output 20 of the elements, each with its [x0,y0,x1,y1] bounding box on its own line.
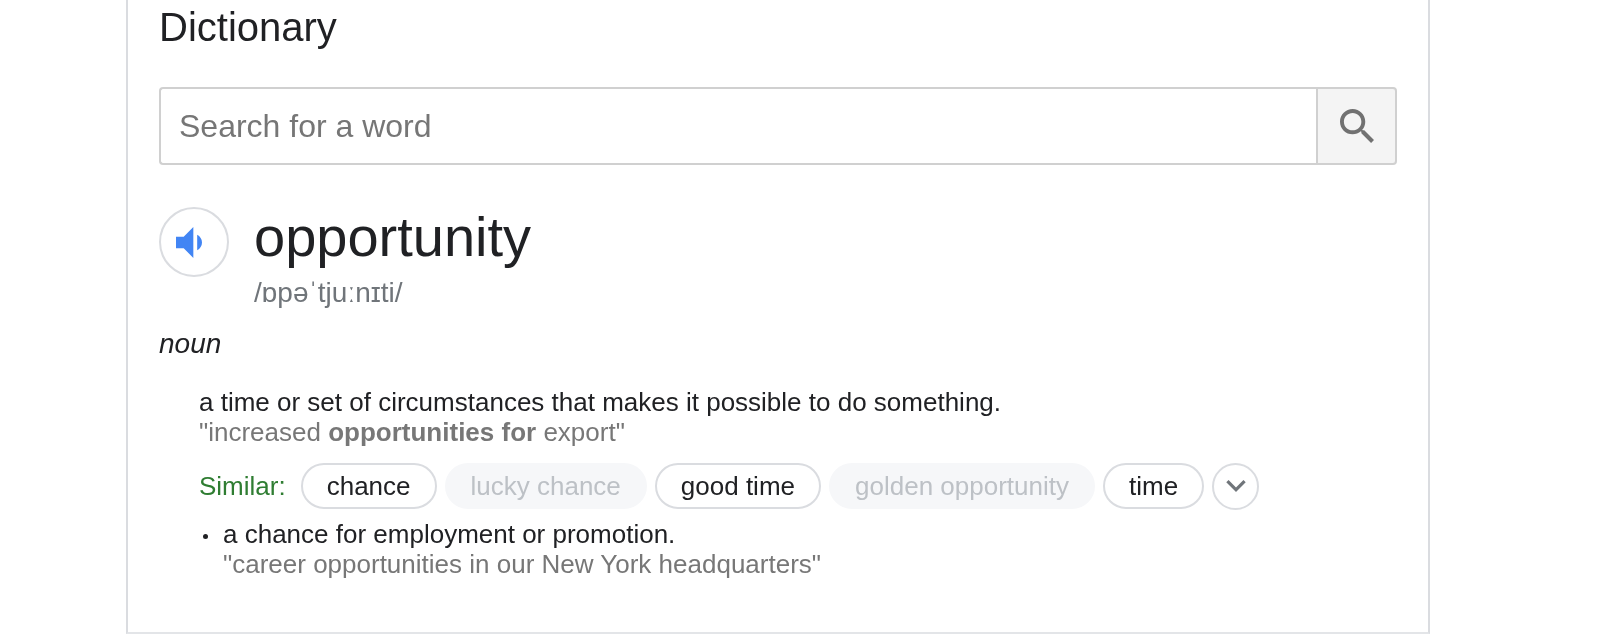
speaker-icon [175,226,202,258]
synonym-chip[interactable]: good time [654,463,821,509]
bullet-icon [203,534,208,539]
panel-title: Dictionary [159,4,337,51]
search-button[interactable] [1316,87,1397,165]
synonym-chip[interactable]: time [1102,463,1205,509]
similar-label: Similar: [199,471,286,501]
definition-text: a time or set of circumstances that makes it possible to do something. [199,387,1002,417]
synonym-chip[interactable]: chance [300,463,437,509]
synonym-chip: golden opportunity [829,463,1095,509]
synonym-chip: lucky chance [444,463,647,509]
headword: opportunity [254,207,532,267]
search-icon [1339,109,1374,143]
part-of-speech: noun [159,327,222,361]
search-field[interactable]: Search for a word [159,87,1316,165]
chevron-down-icon [1225,480,1246,492]
phonetic-transcription: /ɒpəˈtjuːnɪti/ [254,276,403,310]
definition-text: a chance for employment or promotion. [223,519,676,549]
example-sentence: "career opportunities in our New York headquarters" [223,549,822,579]
example-sentence: "increased opportunities for export" [199,417,625,447]
